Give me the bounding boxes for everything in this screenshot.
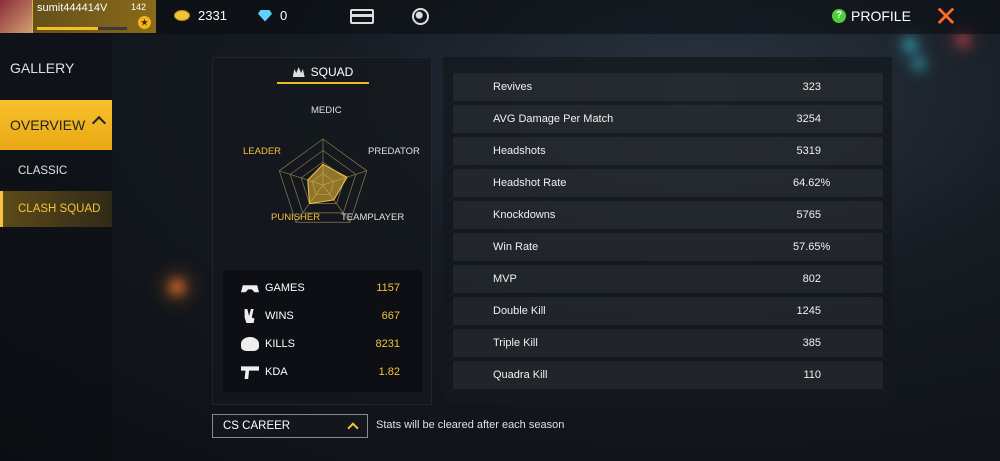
career-select[interactable]: CS CAREER	[212, 414, 368, 438]
detail-label: Double Kill	[493, 305, 546, 317]
diamond-icon	[258, 9, 272, 22]
nav-gallery[interactable]: GALLERY	[0, 60, 112, 76]
squad-header: SQUAD	[277, 62, 369, 84]
detail-value: 5765	[796, 209, 821, 221]
gold-display[interactable]: 2331	[174, 8, 227, 23]
detail-label: MVP	[493, 273, 517, 285]
career-select-value: CS CAREER	[223, 420, 291, 432]
squad-title: SQUAD	[310, 65, 354, 79]
role-predator: PREDATOR	[368, 146, 420, 157]
detail-label: Headshots	[493, 145, 546, 157]
detail-row: Headshot Rate 64.62%	[453, 169, 883, 197]
detail-label: Revives	[493, 81, 533, 93]
xp-bar	[37, 27, 127, 30]
detail-value: 57.65%	[793, 241, 831, 253]
stat-label: WINS	[265, 310, 294, 322]
top-bar: sumit444414V 142 ★ 2331 0 ? PROFILE ✕	[0, 0, 1000, 34]
profile-label: PROFILE	[851, 8, 911, 24]
player-card[interactable]: sumit444414V 142 ★	[0, 0, 156, 33]
detail-row: Knockdowns 5765	[453, 201, 883, 229]
detail-row: Triple Kill 385	[453, 329, 883, 357]
detail-label: Headshot Rate	[493, 177, 567, 189]
detail-row: Double Kill 1245	[453, 297, 883, 325]
season-note: Stats will be cleared after each season	[376, 419, 565, 431]
background-light	[905, 40, 915, 50]
detail-label: Triple Kill	[493, 337, 538, 349]
background-light	[915, 60, 923, 68]
detail-row: Revives 323	[453, 73, 883, 101]
squad-panel: SQUAD MEDIC LEADER PREDATOR PUNISHER TEA…	[212, 57, 432, 405]
profile-button[interactable]: ? PROFILE	[832, 8, 911, 24]
player-name: sumit444414V	[37, 2, 108, 14]
detail-label: Win Rate	[493, 241, 539, 253]
detail-value: 3254	[796, 113, 821, 125]
stat-value: 667	[381, 310, 400, 322]
nav-overview-label: OVERVIEW	[10, 117, 86, 133]
detail-row: Quadra Kill 110	[453, 361, 883, 389]
help-icon: ?	[832, 9, 846, 23]
stat-value: 8231	[375, 338, 400, 350]
detail-label: AVG Damage Per Match	[493, 113, 614, 125]
background-light	[170, 280, 184, 294]
nav-classic[interactable]: CLASSIC	[0, 153, 112, 189]
detail-value: 323	[802, 81, 821, 93]
chevron-up-icon	[91, 115, 107, 131]
side-nav: GALLERY OVERVIEW CLASSIC CLASH SQUAD	[0, 34, 112, 461]
player-level: 142	[131, 2, 147, 12]
detail-value: 5319	[796, 145, 821, 157]
stat-value: 1.82	[378, 366, 400, 378]
detail-value: 802	[802, 273, 821, 285]
nav-overview[interactable]: OVERVIEW	[0, 100, 112, 150]
role-leader: LEADER	[243, 146, 282, 157]
rank-badge-icon: ★	[138, 16, 151, 29]
gamepad-icon	[241, 285, 259, 293]
gold-amount: 2331	[198, 8, 227, 23]
detail-row: Headshots 5319	[453, 137, 883, 165]
role-punisher: PUNISHER	[271, 212, 321, 223]
stat-row-games: GAMES 1157	[223, 274, 422, 302]
role-medic: MEDIC	[311, 105, 342, 116]
detail-value: 385	[802, 337, 821, 349]
background-light	[958, 35, 968, 45]
skull-icon	[241, 337, 259, 351]
stat-label: GAMES	[265, 282, 305, 294]
detail-value: 110	[803, 369, 821, 381]
avatar	[0, 0, 33, 33]
chevron-up-icon	[347, 422, 359, 434]
detail-value: 64.62%	[793, 177, 831, 189]
diamond-display[interactable]: 0	[258, 8, 287, 23]
close-button[interactable]: ✕	[928, 2, 964, 32]
globe-icon[interactable]	[412, 8, 429, 25]
stat-value: 1157	[376, 282, 400, 294]
nav-clash-squad[interactable]: CLASH SQUAD	[0, 191, 112, 227]
radar-value-shape	[307, 163, 348, 205]
stat-label: KILLS	[265, 338, 295, 350]
victory-hand-icon	[244, 309, 255, 323]
stat-row-kda: KDA 1.82	[223, 358, 422, 386]
detail-row: Win Rate 57.65%	[453, 233, 883, 261]
squad-icon	[292, 67, 305, 77]
detail-row: AVG Damage Per Match 3254	[453, 105, 883, 133]
detail-row: MVP 802	[453, 265, 883, 293]
gold-coin-icon	[174, 10, 190, 21]
pistol-icon	[241, 366, 259, 379]
detail-value: 1245	[796, 305, 821, 317]
detail-label: Knockdowns	[493, 209, 556, 221]
squad-stats: GAMES 1157 WINS 667 KILLS 8231 KDA 1.82	[223, 270, 422, 392]
xp-bar-fill	[37, 27, 99, 30]
stat-row-wins: WINS 667	[223, 302, 422, 330]
membership-card-icon[interactable]	[350, 9, 374, 24]
stat-label: KDA	[265, 366, 288, 378]
stat-row-kills: KILLS 8231	[223, 330, 422, 358]
role-teamplayer: TEAMPLAYER	[341, 212, 405, 223]
detail-label: Quadra Kill	[493, 369, 548, 381]
detail-stats-panel: Revives 323 AVG Damage Per Match 3254 Head…	[443, 57, 892, 405]
diamond-amount: 0	[280, 8, 288, 23]
